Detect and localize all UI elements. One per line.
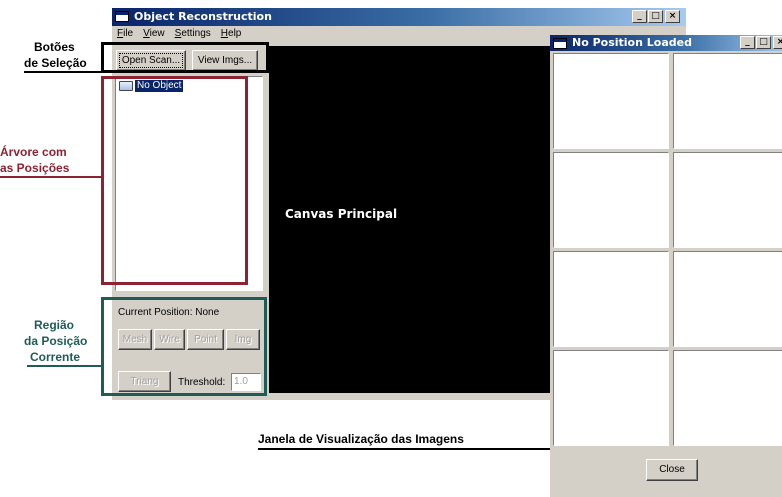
annotation-selection-line1: Botões bbox=[34, 40, 75, 54]
close-icon[interactable]: × bbox=[773, 36, 782, 49]
image-cell[interactable] bbox=[553, 251, 669, 347]
app-icon bbox=[553, 38, 567, 49]
annotation-region-line2: da Posição bbox=[24, 334, 88, 348]
menu-help[interactable]: Help bbox=[216, 27, 247, 41]
annotation-selection-underline bbox=[24, 71, 104, 73]
tree-highlight bbox=[101, 76, 248, 285]
window-title: Object Reconstruction bbox=[134, 10, 272, 23]
menu-file[interactable]: File bbox=[112, 27, 138, 41]
annotation-tree-line1: Árvore com bbox=[0, 145, 67, 159]
close-button[interactable]: Close bbox=[646, 459, 698, 481]
canvas-label: Canvas Principal bbox=[285, 207, 398, 221]
annotation-image-window-underline bbox=[258, 448, 550, 450]
image-viewer-title: No Position Loaded bbox=[572, 36, 692, 49]
menu-settings[interactable]: Settings bbox=[170, 27, 216, 41]
image-cell[interactable] bbox=[553, 53, 669, 149]
annotation-selection-line2: de Seleção bbox=[24, 56, 87, 70]
minimize-icon[interactable]: _ bbox=[740, 36, 755, 49]
annotation-tree-line2: as Posições bbox=[0, 161, 70, 175]
image-viewer-window: No Position Loaded _ □ × Close bbox=[550, 35, 782, 497]
annotation-region-underline bbox=[27, 365, 103, 367]
maximize-icon[interactable]: □ bbox=[648, 10, 663, 23]
app-icon bbox=[115, 11, 129, 22]
menu-view[interactable]: View bbox=[138, 27, 170, 41]
current-position-highlight bbox=[101, 297, 267, 396]
annotation-region-line1: Região bbox=[34, 318, 75, 332]
image-viewer-title-bar[interactable]: No Position Loaded _ □ × bbox=[550, 35, 782, 51]
image-cell[interactable] bbox=[553, 152, 669, 248]
selection-buttons-highlight bbox=[101, 42, 269, 73]
image-cell[interactable] bbox=[673, 350, 782, 446]
close-icon[interactable]: × bbox=[665, 10, 680, 23]
image-cell[interactable] bbox=[673, 251, 782, 347]
image-cell[interactable] bbox=[553, 350, 669, 446]
annotation-tree-underline bbox=[0, 176, 104, 178]
menu-bar: File View Settings Help bbox=[112, 27, 246, 41]
maximize-icon[interactable]: □ bbox=[756, 36, 771, 49]
annotation-image-window: Janela de Visualização das Imagens bbox=[258, 432, 464, 446]
image-cell[interactable] bbox=[673, 53, 782, 149]
annotation-region-line3: Corrente bbox=[30, 350, 81, 364]
image-cell[interactable] bbox=[673, 152, 782, 248]
minimize-icon[interactable]: _ bbox=[632, 10, 647, 23]
main-title-bar[interactable]: Object Reconstruction _ □ × bbox=[112, 8, 686, 26]
